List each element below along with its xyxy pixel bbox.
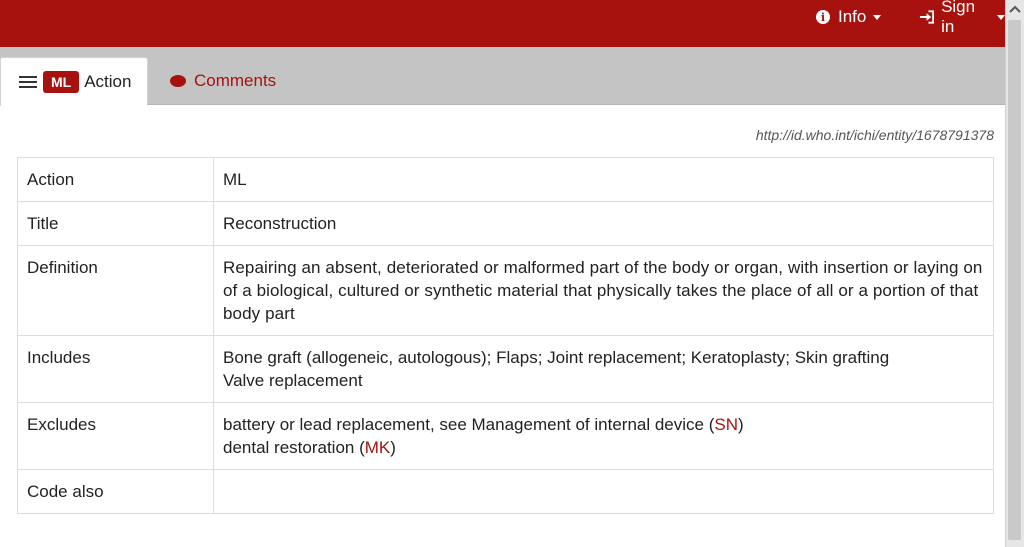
excludes-line: dental restoration (MK) <box>223 436 984 459</box>
row-label: Action <box>17 157 214 202</box>
row-label: Code also <box>17 469 214 514</box>
scrollbar[interactable] <box>1005 0 1024 547</box>
tab-comments-label: Comments <box>194 71 277 90</box>
chevron-up-icon <box>1009 5 1021 13</box>
excludes-line: battery or lead replacement, see Managem… <box>223 413 984 436</box>
info-icon: i <box>816 10 830 24</box>
signin-menu[interactable]: Sign in <box>919 0 1005 36</box>
includes-line: Valve replacement <box>223 371 363 390</box>
code-link[interactable]: SN <box>714 415 738 434</box>
entity-table: Action ML Title Reconstruction Definitio… <box>17 157 994 514</box>
signin-label: Sign in <box>941 0 976 36</box>
row-value: Reconstruction <box>213 201 994 246</box>
excludes-text: ) <box>738 415 744 434</box>
row-label: Definition <box>17 245 214 336</box>
table-row: Action ML <box>17 157 994 202</box>
code-badge: ML <box>43 71 80 93</box>
row-label: Includes <box>17 335 214 403</box>
tab-action-label: Action <box>84 72 132 91</box>
caret-down-icon <box>873 14 882 20</box>
row-value: Bone graft (allogeneic, autologous); Fla… <box>213 335 994 403</box>
row-value <box>213 469 994 514</box>
table-row: Includes Bone graft (allogeneic, autolog… <box>17 335 994 403</box>
sign-in-icon <box>919 10 935 24</box>
caret-down-icon <box>997 14 1005 20</box>
tab-comments[interactable]: Comments <box>170 57 276 105</box>
code-link[interactable]: MK <box>365 438 391 457</box>
table-row: Excludes battery or lead replacement, se… <box>17 402 994 470</box>
scroll-up-button[interactable] <box>1006 0 1024 18</box>
tab-bar: ML Action Comments <box>0 47 1005 106</box>
entity-uri: http://id.who.int/ichi/entity/1678791378 <box>755 127 994 143</box>
list-icon <box>19 75 37 89</box>
row-label: Excludes <box>17 402 214 470</box>
excludes-text: dental restoration ( <box>223 438 365 457</box>
excludes-text: battery or lead replacement, see Managem… <box>223 415 715 434</box>
top-navbar: i Info Sign in <box>0 0 1005 47</box>
row-value: Repairing an absent, deteriorated or mal… <box>213 245 994 336</box>
row-label: Title <box>17 201 214 246</box>
includes-line: Bone graft (allogeneic, autologous); Fla… <box>223 348 890 367</box>
row-value: ML <box>213 157 994 202</box>
row-value: battery or lead replacement, see Managem… <box>213 402 994 470</box>
scroll-thumb[interactable] <box>1008 20 1021 540</box>
comment-icon <box>170 75 186 87</box>
table-row: Code also <box>17 469 994 514</box>
info-menu[interactable]: i Info <box>816 0 882 34</box>
table-row: Title Reconstruction <box>17 201 994 246</box>
info-label: Info <box>838 7 867 26</box>
tab-action[interactable]: ML Action <box>0 57 148 106</box>
table-row: Definition Repairing an absent, deterior… <box>17 245 994 336</box>
excludes-text: ) <box>390 438 396 457</box>
